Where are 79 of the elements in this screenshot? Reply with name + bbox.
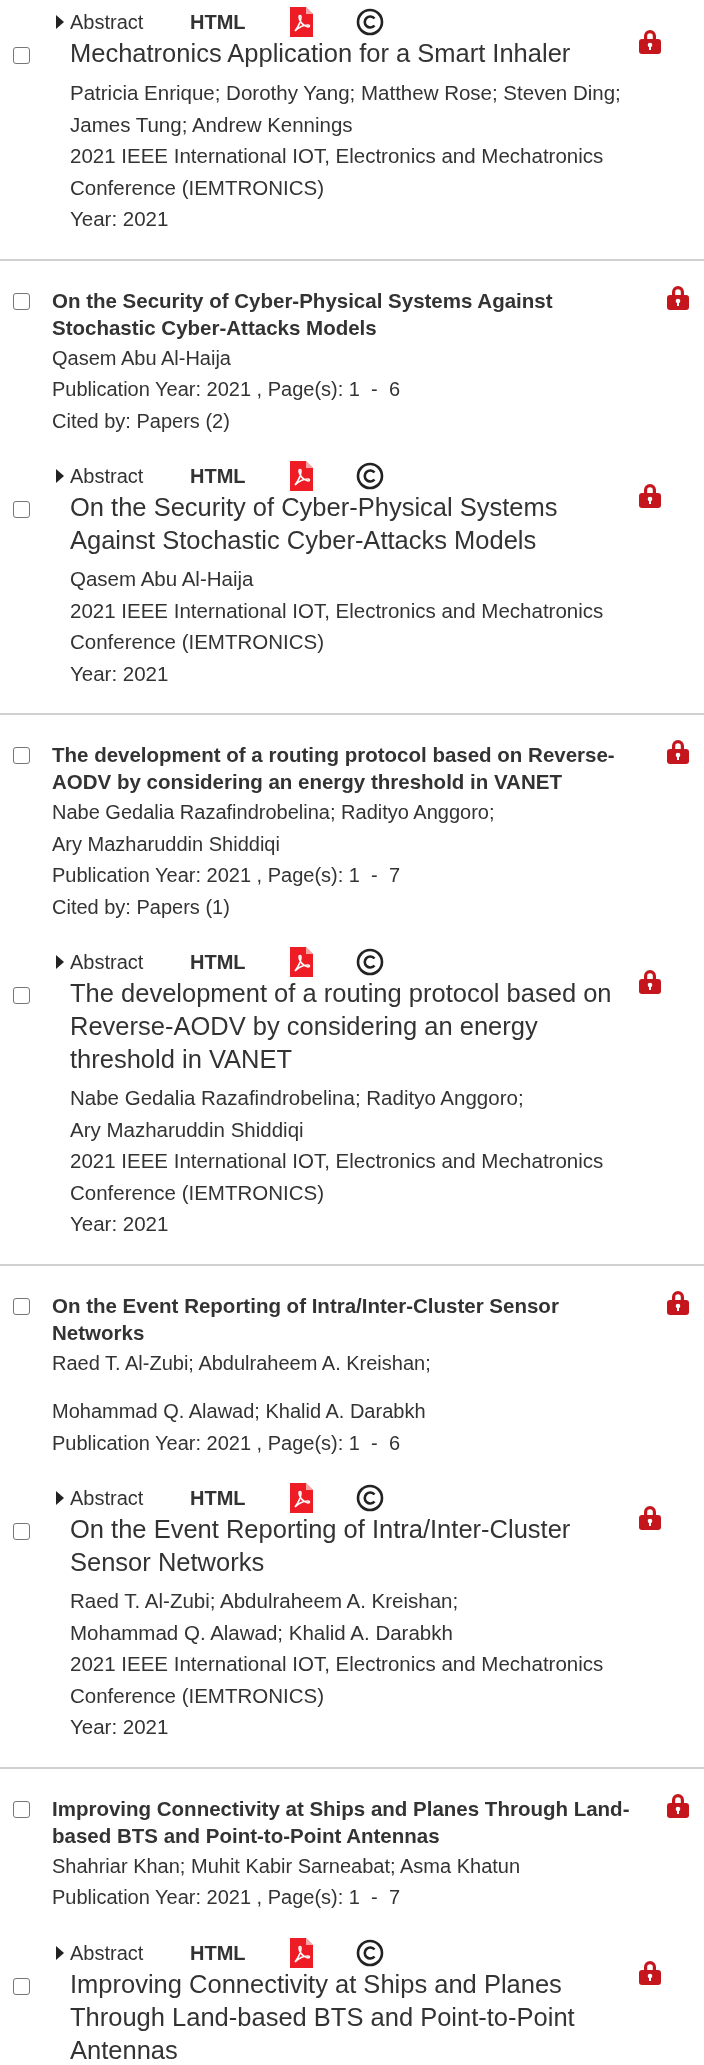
lock-icon <box>666 284 690 311</box>
copyright-icon[interactable] <box>356 8 384 36</box>
lock-icon <box>666 1289 690 1316</box>
copyright-icon[interactable] <box>356 948 384 976</box>
author-list: Nabe Gedalia Razafindrobelina; Radityo Anggoro; <box>70 1082 650 1114</box>
year-text: Year: 2021 <box>70 1211 170 1237</box>
checkbox[interactable] <box>13 292 30 310</box>
checkbox[interactable] <box>13 987 30 1004</box>
caret-icon <box>56 955 64 969</box>
venue-text: 2021 IEEE International IOT, Electronics and Mechatronics Conference (IEMTRONICS) <box>70 597 605 655</box>
citation-count: Cited by: Papers (2) <box>52 408 231 434</box>
paper-title[interactable]: The development of a routing protocol based on Reverse-AODV by considering an energy threshold in VANET <box>52 741 652 795</box>
checkbox[interactable] <box>13 747 30 764</box>
author-list: Qasem Abu Al-Haija <box>70 563 650 595</box>
abstract-toggle[interactable]: Abstract <box>56 461 190 491</box>
checkbox[interactable] <box>13 47 30 64</box>
lock-icon <box>666 1792 690 1819</box>
author-list: Ary Mazharuddin Shiddiqi <box>70 1113 650 1145</box>
author-list: Raed T. Al-Zubi; Abdulraheem A. Kreishan; <box>52 1347 652 1379</box>
lock-icon <box>638 1959 662 1986</box>
publication-info: Publication Year: 2021 , Page(s): 1 - 6 <box>52 1430 401 1456</box>
author-list: Mohammad Q. Alawad; Khalid A. Darabkh <box>52 1396 652 1428</box>
author-list: Raed T. Al-Zubi; Abdulraheem A. Kreishan; <box>70 1585 650 1617</box>
author-list: Patricia Enrique; Dorothy Yang; Matthew Rose; Steven Ding; <box>70 77 650 109</box>
publication-info: Publication Year: 2021 , Page(s): 1 - 7 <box>52 863 401 888</box>
checkbox[interactable] <box>13 1800 30 1818</box>
checkbox[interactable] <box>13 1297 30 1315</box>
publication-info: Publication Year: 2021 , Page(s): 1 - 6 <box>52 377 401 402</box>
caret-icon <box>56 469 64 483</box>
pdf-icon[interactable] <box>290 7 313 37</box>
paper-title[interactable]: On the Event Reporting of Intra/Inter-Cluster Sensor Networks <box>70 1513 620 1579</box>
pdf-icon[interactable] <box>290 461 313 491</box>
paper-title[interactable]: Improving Connectivity at Ships and Planes Through Land-based BTS and Point-to-Point Antennas <box>70 1967 620 2065</box>
checkbox[interactable] <box>13 1523 30 1540</box>
caret-icon <box>56 1491 64 1505</box>
copyright-icon[interactable] <box>356 1484 384 1512</box>
copyright-icon[interactable] <box>356 1938 384 1967</box>
html-link[interactable]: HTML <box>190 7 290 37</box>
author-list: James Tung; Andrew Kennings <box>70 108 650 140</box>
paper-title[interactable]: On the Security of Cyber-Physical Systems Against Stochastic Cyber-Attacks Models <box>70 491 620 557</box>
lock-icon <box>638 969 662 995</box>
abstract-toggle[interactable]: Abstract <box>56 947 190 977</box>
copyright-icon[interactable] <box>356 462 384 490</box>
venue-text: 2021 IEEE International IOT, Electronics and Mechatronics Conference (IEMTRONICS) <box>70 1651 605 1709</box>
html-link[interactable]: HTML <box>190 1937 290 1968</box>
paper-title[interactable]: On the Security of Cyber-Physical Systems Against Stochastic Cyber-Attacks Models <box>52 286 652 341</box>
checkbox[interactable] <box>13 501 30 518</box>
abstract-toggle[interactable]: Abstract <box>56 1937 190 1968</box>
lock-icon <box>666 739 690 765</box>
year-text: Year: 2021 <box>70 660 170 687</box>
publication-info: Publication Year: 2021 , Page(s): 1 - 7 <box>52 1885 401 1910</box>
pdf-icon[interactable] <box>290 947 313 977</box>
checkbox[interactable] <box>13 1977 30 1995</box>
author-list: Ary Mazharuddin Shiddiqi <box>52 828 652 860</box>
paper-title[interactable]: On the Event Reporting of Intra/Inter-Cluster Sensor Networks <box>52 1291 652 1346</box>
venue-text: 2021 IEEE International IOT, Electronics and Mechatronics Conference (IEMTRONICS) <box>70 1148 605 1206</box>
author-list: Mohammad Q. Alawad; Khalid A. Darabkh <box>70 1616 650 1648</box>
lock-icon <box>638 1505 662 1531</box>
paper-title[interactable]: The development of a routing protocol based on Reverse-AODV by considering an energy threshold in VANET <box>70 977 620 1076</box>
pdf-icon[interactable] <box>290 1937 313 1968</box>
caret-icon <box>56 15 64 29</box>
paper-title[interactable]: Improving Connectivity at Ships and Planes Through Land-based BTS and Point-to-Point Antennas <box>52 1794 652 1849</box>
year-text: Year: 2021 <box>70 1714 170 1740</box>
caret-icon <box>56 1945 64 1960</box>
pdf-icon[interactable] <box>290 1483 313 1513</box>
venue-text: 2021 IEEE International IOT, Electronics and Mechatronics Conference (IEMTRONICS) <box>70 143 605 201</box>
citation-count: Cited by: Papers (1) <box>52 894 231 920</box>
year-text: Year: 2021 <box>70 206 170 232</box>
abstract-toggle[interactable]: Abstract <box>56 1483 190 1513</box>
lock-icon <box>638 483 662 509</box>
abstract-toggle[interactable]: Abstract <box>56 7 190 37</box>
author-list: Shahriar Khan; Muhit Kabir Sarneabat; Asma Khatun <box>52 1850 652 1882</box>
html-link[interactable]: HTML <box>190 1483 290 1513</box>
lock-icon <box>638 29 662 55</box>
html-link[interactable]: HTML <box>190 947 290 977</box>
author-list: Qasem Abu Al-Haija <box>52 342 652 374</box>
paper-title[interactable]: Mechatronics Application for a Smart Inhaler <box>70 37 620 70</box>
author-list: Nabe Gedalia Razafindrobelina; Radityo Anggoro; <box>52 797 652 829</box>
html-link[interactable]: HTML <box>190 461 290 491</box>
